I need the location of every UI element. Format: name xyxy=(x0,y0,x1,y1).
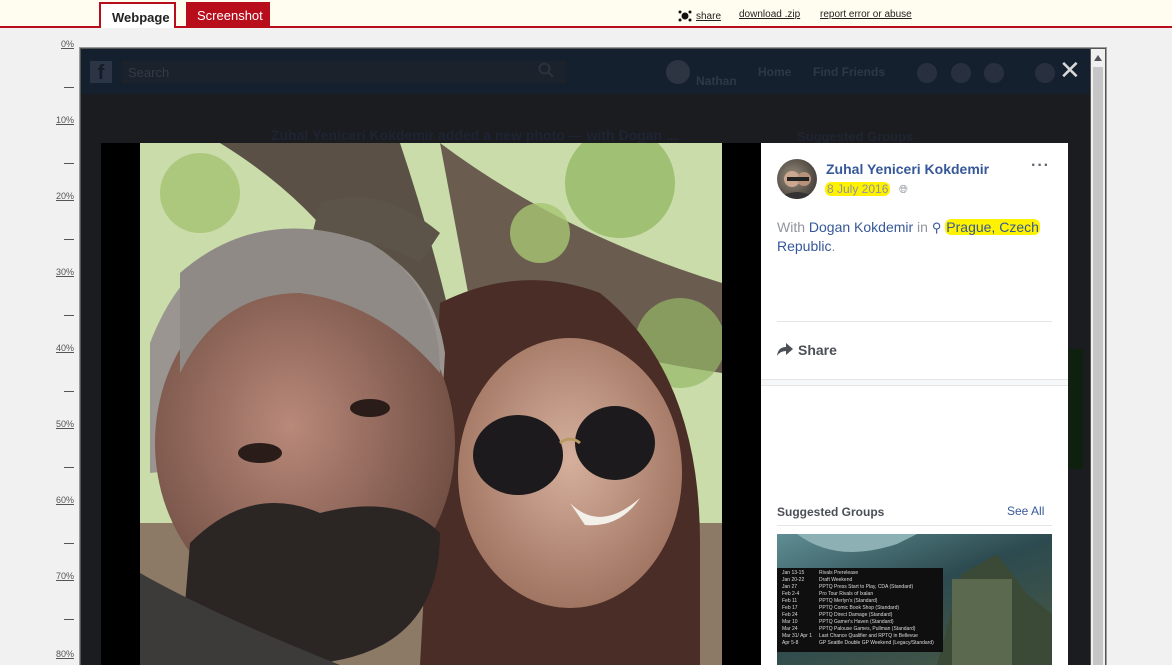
photo-info-panel: Zuhal Yeniceri Kokdemir 8 July 2016 🌐︎ ·… xyxy=(761,143,1068,665)
post-date-link[interactable]: 8 July 2016 xyxy=(825,182,891,196)
suggested-group-card[interactable]: Jan 13-15 Rivals Prerelease Jan 20-22 Draf… xyxy=(777,534,1052,665)
ruler-label[interactable]: 40% xyxy=(50,343,74,353)
tagged-person-link[interactable]: Dogan Kokdemir xyxy=(809,219,913,235)
ruler-label[interactable]: 50% xyxy=(50,419,74,429)
scrollbar[interactable] xyxy=(1091,49,1105,665)
ruler-label[interactable]: 30% xyxy=(50,267,74,277)
with-prefix: With xyxy=(777,219,809,235)
share-arrow-icon xyxy=(777,343,793,356)
sentence-period: . xyxy=(831,238,836,254)
ruler-tick xyxy=(64,467,74,468)
ruler-label[interactable]: 10% xyxy=(50,115,74,125)
notifications-icon[interactable] xyxy=(984,63,1004,83)
ruler-tick xyxy=(64,543,74,544)
share-button-label: Share xyxy=(798,342,837,358)
selfie-photo[interactable] xyxy=(140,143,722,665)
report-link[interactable]: report error or abuse xyxy=(820,9,912,20)
ruler-tick xyxy=(64,239,74,240)
nav-home[interactable]: Home xyxy=(758,65,791,79)
facebook-logo-icon[interactable]: f xyxy=(90,61,112,84)
schedule-box: Jan 13-15 Rivals Prerelease Jan 20-22 Draf… xyxy=(777,568,943,652)
user-avatar[interactable] xyxy=(666,60,690,84)
messages-icon[interactable] xyxy=(951,63,971,83)
background-post-header: Zuhal Yeniceri Kokdemir added a new phot… xyxy=(271,127,678,143)
more-options-icon[interactable]: ··· xyxy=(1031,157,1050,175)
ruler-label[interactable]: 70% xyxy=(50,571,74,581)
close-icon[interactable]: ✕ xyxy=(1059,58,1081,84)
ruler-tick xyxy=(64,619,74,620)
location-link[interactable]: Prague, Czech xyxy=(945,219,1040,235)
divider xyxy=(777,321,1052,322)
friend-requests-icon[interactable] xyxy=(917,63,937,83)
suggested-groups-title: Suggested Groups xyxy=(777,505,885,519)
tagged-info: With Dogan Kokdemir in ⚲ Prague, Czech Re… xyxy=(777,218,1057,255)
ruler-label[interactable]: 0% xyxy=(50,39,74,49)
facebook-header: f Search Nathan Home Find Friends ✕ xyxy=(81,49,1090,94)
ruler-label[interactable]: 20% xyxy=(50,191,74,201)
selfie-photo-illustration xyxy=(140,143,722,665)
ruler-tick xyxy=(64,315,74,316)
ruler-tick xyxy=(64,87,74,88)
see-all-link[interactable]: See All xyxy=(1007,504,1044,518)
share-button[interactable]: Share xyxy=(777,342,837,358)
background-suggested-groups: Suggested Groups xyxy=(797,129,914,144)
user-name[interactable]: Nathan xyxy=(696,74,737,88)
share-link[interactable]: share xyxy=(678,9,721,23)
divider xyxy=(777,525,1052,526)
search-icon[interactable] xyxy=(538,62,556,80)
in-text: in xyxy=(913,219,932,235)
section-gap xyxy=(761,379,1068,386)
tab-screenshot[interactable]: Screenshot xyxy=(186,2,270,28)
nav-find-friends[interactable]: Find Friends xyxy=(813,65,885,79)
facebook-search-input[interactable]: Search xyxy=(122,61,566,83)
archive-toolbar: Webpage Screenshot share download .zip r… xyxy=(0,0,1172,28)
share-icon xyxy=(678,10,692,22)
ruler-label[interactable]: 60% xyxy=(50,495,74,505)
location-link-rest[interactable]: Republic xyxy=(777,238,831,254)
download-link[interactable]: download .zip xyxy=(739,9,800,20)
schedule-row: Apr 5-8 GP Seattle Double GP Weekend (Leg… xyxy=(782,640,934,646)
ruler-tick xyxy=(64,163,74,164)
background-group-card xyxy=(1069,349,1083,469)
scroll-ruler: 0% 10% 20% 30% 40% 50% 60% 70% 80% xyxy=(0,30,78,665)
tab-webpage[interactable]: Webpage xyxy=(99,2,176,28)
location-pin-icon: ⚲ xyxy=(931,220,942,235)
ruler-label[interactable]: 80% xyxy=(50,649,74,659)
scrollbar-thumb[interactable] xyxy=(1093,67,1103,665)
help-icon[interactable] xyxy=(1035,63,1055,83)
ruler-tick xyxy=(64,391,74,392)
author-avatar[interactable] xyxy=(777,159,817,199)
author-name-link[interactable]: Zuhal Yeniceri Kokdemir xyxy=(826,161,989,177)
public-globe-icon: 🌐︎ xyxy=(899,183,908,196)
scroll-up-arrow-icon[interactable] xyxy=(1094,55,1102,61)
share-link-label: share xyxy=(696,10,722,22)
